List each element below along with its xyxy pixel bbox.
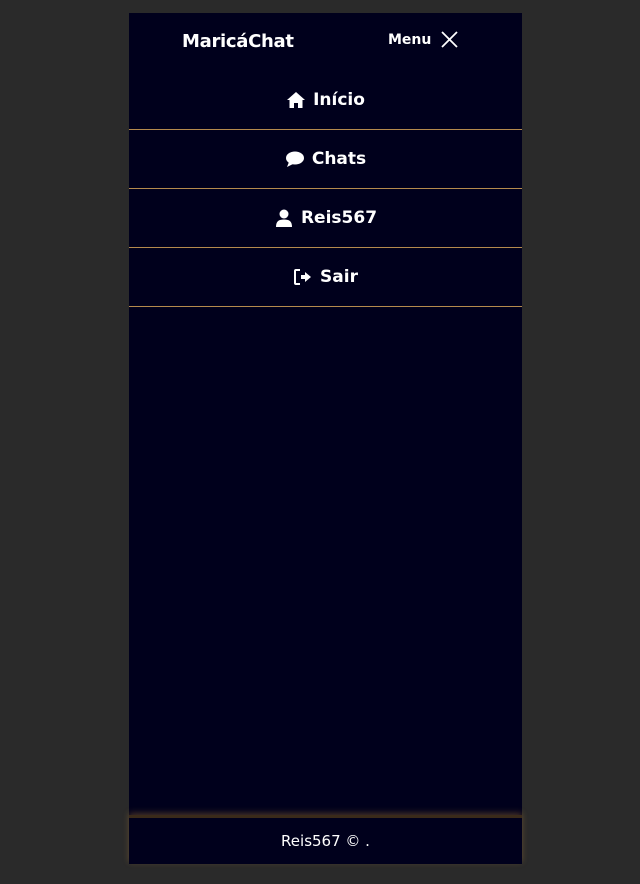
header: MaricáChat Menu: [129, 13, 522, 73]
menu-toggle-button[interactable]: Menu: [388, 31, 459, 48]
footer: Reis567 © .: [129, 815, 522, 864]
nav-item-label: Chats: [311, 149, 367, 169]
nav-item-label: Sair: [320, 267, 358, 287]
nav-item-inicio[interactable]: Início: [129, 71, 522, 130]
footer-copyright: Reis567 © .: [281, 832, 370, 850]
logout-icon: [293, 268, 313, 286]
user-icon: [274, 209, 294, 227]
home-icon: [286, 91, 306, 109]
nav-item-sair[interactable]: Sair: [129, 248, 522, 307]
nav-item-label: Reis567: [300, 208, 378, 228]
brand-title[interactable]: MaricáChat: [182, 31, 294, 52]
chat-bubble-icon: [285, 150, 305, 168]
close-icon[interactable]: [441, 31, 459, 48]
nav-item-profile[interactable]: Reis567: [129, 189, 522, 248]
nav-item-label: Início: [313, 90, 365, 110]
app-screen: MaricáChat Menu Início Chats Reis567 Sai…: [129, 13, 522, 864]
nav-menu: Início Chats Reis567 Sair: [129, 71, 522, 307]
menu-label: Menu: [388, 31, 432, 48]
nav-item-chats[interactable]: Chats: [129, 130, 522, 189]
